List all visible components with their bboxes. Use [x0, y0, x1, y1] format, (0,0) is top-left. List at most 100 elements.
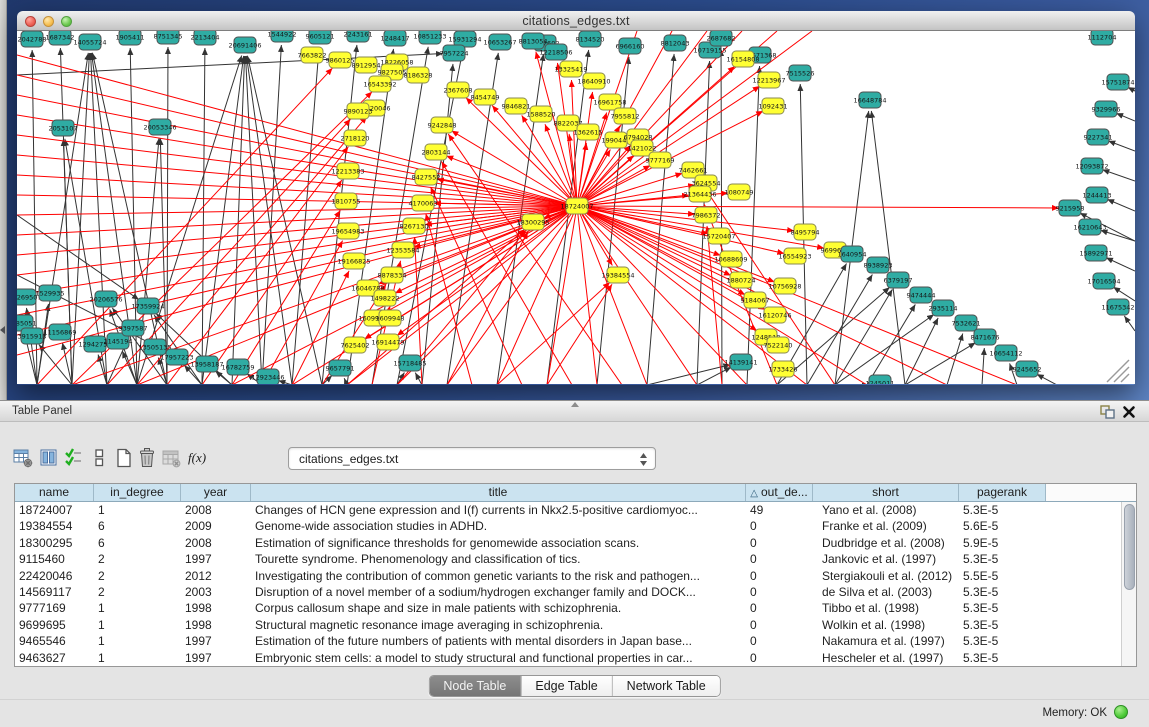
table-cell[interactable]: Changes of HCN gene expression and I(f) … [251, 502, 746, 518]
graph-edge[interactable] [577, 206, 1059, 208]
graph-node[interactable]: 9397587 [119, 320, 148, 336]
table-cell[interactable]: 0 [746, 584, 813, 600]
graph-node[interactable]: 11675342 [1101, 299, 1134, 315]
graph-node[interactable]: 7957224 [440, 45, 469, 61]
table-cell[interactable]: Estimation of significance thresholds fo… [251, 535, 746, 551]
table-cell[interactable]: 2008 [181, 502, 251, 518]
graph-edge[interactable] [1116, 113, 1135, 121]
table-cell[interactable]: 5.3E-5 [959, 584, 1046, 600]
graph-node[interactable]: 7955812 [611, 108, 640, 124]
table-cell[interactable]: 1 [94, 617, 181, 633]
table-cell[interactable]: 0 [746, 633, 813, 649]
graph-node[interactable]: 12213967 [752, 72, 785, 88]
table-cell[interactable]: 5.3E-5 [959, 600, 1046, 616]
network-window[interactable]: citations_edges.txt 18724007204278816873… [17, 11, 1135, 385]
graph-node[interactable]: 16914479 [371, 334, 404, 350]
splitter-handle[interactable] [571, 402, 579, 407]
table-cell[interactable]: 5.3E-5 [959, 502, 1046, 518]
table-cell[interactable]: Stergiakouli et al. (2012) [813, 568, 959, 584]
table-cell[interactable]: 0 [746, 551, 813, 567]
table-cell[interactable]: 1 [94, 502, 181, 518]
graph-edge[interactable] [835, 289, 892, 384]
graph-node[interactable]: 9777169 [646, 152, 675, 168]
new-table-icon[interactable] [113, 447, 137, 471]
graph-node[interactable]: 9329966 [1092, 101, 1121, 117]
tab-edge-table[interactable]: Edge Table [520, 676, 611, 696]
graph-node[interactable]: 9215958 [1056, 200, 1085, 216]
graph-node[interactable]: 1092431 [759, 98, 788, 114]
graph-node[interactable]: 13958187 [190, 356, 223, 372]
table-cell[interactable]: 9465546 [15, 633, 94, 649]
graph-edge[interactable] [867, 304, 915, 384]
graph-edge[interactable] [547, 206, 577, 384]
graph-node[interactable]: 8938923 [864, 257, 893, 273]
table-row[interactable]: 1830029562008Estimation of significance … [15, 535, 1136, 551]
graph-edge[interactable] [202, 48, 205, 384]
scrollbar-thumb[interactable] [1124, 504, 1135, 590]
graph-node[interactable]: 7663822 [298, 47, 327, 63]
graph-node[interactable]: 1245011 [866, 375, 895, 384]
table-cell[interactable]: 6 [94, 535, 181, 551]
graph-node[interactable]: 7532621 [952, 315, 981, 331]
table-cell[interactable]: 9699695 [15, 617, 94, 633]
table-cell[interactable]: Hescheler et al. (1997) [813, 650, 959, 666]
function-builder-icon[interactable]: f(x) [186, 447, 210, 471]
table-cell[interactable]: 2008 [181, 535, 251, 551]
graph-edge[interactable] [577, 206, 745, 295]
import-table-icon[interactable] [160, 447, 184, 471]
graph-node[interactable]: 20206576 [89, 291, 122, 307]
table-cell[interactable]: 1 [94, 633, 181, 649]
table-cell[interactable]: Disruption of a novel member of a sodium… [251, 584, 746, 600]
column-header-title[interactable]: title [251, 484, 746, 501]
column-header-short[interactable]: short [813, 484, 959, 501]
network-canvas[interactable]: 1872400720427881687342140557241905411875… [17, 31, 1135, 384]
table-cell[interactable]: 19384554 [15, 518, 94, 534]
table-cell[interactable]: Genome-wide association studies in ADHD. [251, 518, 746, 534]
table-cell[interactable]: 5.3E-5 [959, 617, 1046, 633]
graph-node[interactable]: 8454749 [471, 89, 500, 105]
table-row[interactable]: 1938455462009Genome-wide association stu… [15, 518, 1136, 534]
table-cell[interactable]: 5.6E-5 [959, 518, 1046, 534]
graph-node[interactable]: 14055724 [73, 34, 106, 50]
graph-node[interactable]: 1880724 [727, 272, 756, 288]
table-cell[interactable]: 22420046 [15, 568, 94, 584]
graph-edge[interactable] [1037, 374, 1057, 384]
graph-node[interactable]: 16554923 [778, 248, 811, 264]
table-row[interactable]: 911546021997Tourette syndrome. Phenomeno… [15, 551, 1136, 567]
table-cell[interactable]: 5.9E-5 [959, 535, 1046, 551]
graph-node[interactable]: 8134520 [576, 31, 605, 47]
graph-node[interactable]: 7986372 [692, 207, 721, 223]
graph-edge[interactable] [835, 314, 934, 384]
graph-edge[interactable] [1102, 170, 1135, 181]
graph-node[interactable]: 1248417 [381, 31, 410, 46]
table-row[interactable]: 969969511998Structural magnetic resonanc… [15, 617, 1136, 633]
graph-node[interactable]: 8495794 [791, 224, 820, 240]
graph-node[interactable]: 1529935 [36, 285, 65, 301]
graph-node[interactable]: 10688609 [714, 251, 747, 267]
table-cell[interactable]: Tibbo et al. (1998) [813, 600, 959, 616]
graph-node[interactable]: 1640954 [838, 246, 867, 262]
graph-node[interactable]: 2687682 [707, 31, 736, 46]
graph-node[interactable]: 4170063 [409, 195, 438, 211]
graph-node[interactable]: 6379197 [884, 272, 913, 288]
column-header-name[interactable]: name [15, 484, 94, 501]
graph-node[interactable]: 1244413 [1083, 187, 1112, 203]
graph-node[interactable]: 9860125 [326, 52, 355, 68]
create-column-icon[interactable] [12, 447, 36, 471]
graph-edge[interactable] [697, 367, 731, 384]
table-cell[interactable]: 0 [746, 617, 813, 633]
table-cell[interactable]: 1998 [181, 600, 251, 616]
graph-edge[interactable] [1106, 258, 1135, 271]
table-cell[interactable]: 5.3E-5 [959, 650, 1046, 666]
column-header-pagerank[interactable]: pagerank [959, 484, 1046, 501]
graph-node[interactable]: 10653267 [483, 34, 516, 50]
table-cell[interactable]: de Silva et al. (2003) [813, 584, 959, 600]
table-cell[interactable]: 5.3E-5 [959, 633, 1046, 649]
graph-node[interactable]: 16782759 [221, 359, 254, 375]
graph-edge[interactable] [17, 115, 577, 206]
graph-node[interactable]: 8878334 [378, 267, 407, 283]
graph-node[interactable]: 7625402 [341, 337, 370, 353]
graph-node[interactable]: 10654112 [989, 345, 1022, 361]
resize-grip-icon[interactable] [1107, 360, 1129, 382]
graph-edge[interactable] [17, 135, 577, 206]
